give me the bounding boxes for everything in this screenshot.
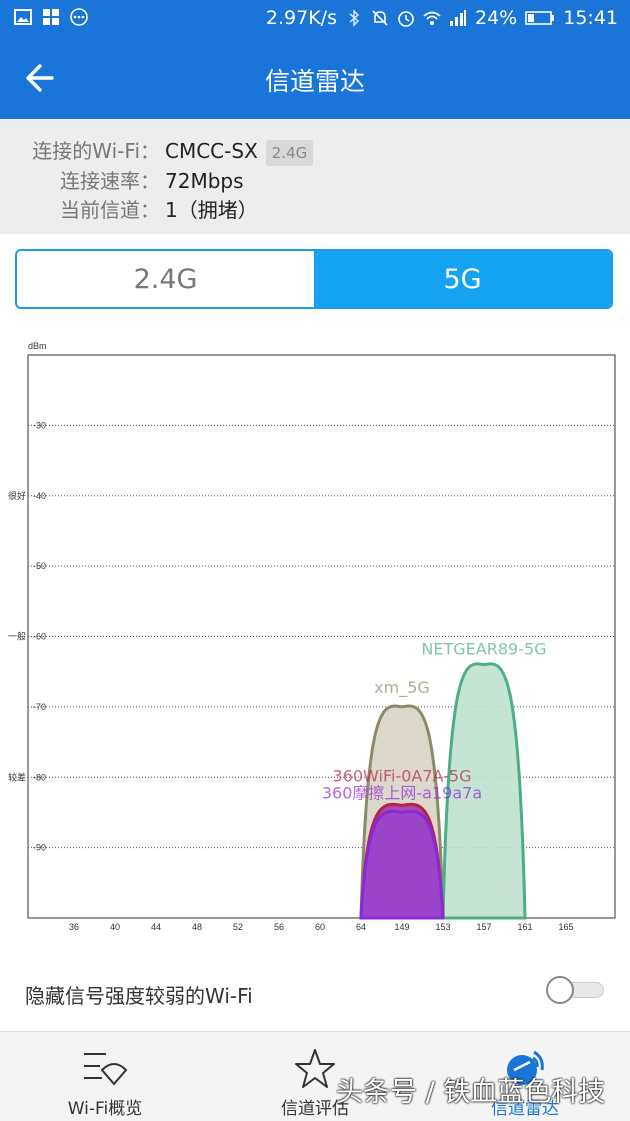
wifi-row: 连接的Wi-Fi： CMCC-SX 2.4G <box>0 137 630 166</box>
channel-radar-chart: dBm -30 -40 -50 -60 -70 -80 -90 很好一般较差 36 40 44 48 52… <box>8 341 616 932</box>
x-tick-label: 44 <box>151 922 161 932</box>
y-tick-label: -60 <box>33 632 46 642</box>
star-icon <box>295 1049 335 1088</box>
x-tick-label: 165 <box>558 922 573 932</box>
more-icon <box>70 8 88 26</box>
x-tick-label: 48 <box>192 922 202 932</box>
alarm-icon <box>398 11 414 27</box>
x-tick-label: 60 <box>315 922 325 932</box>
speed-value: 72Mbps <box>165 169 244 193</box>
status-bar: 2.97K/s 24% 15:41 <box>0 0 630 36</box>
wifi-icon <box>423 11 441 25</box>
wifi-value-group: CMCC-SX 2.4G <box>165 137 314 166</box>
band-option-5g[interactable]: 5G <box>314 251 611 307</box>
x-tick-label: 161 <box>517 922 532 932</box>
series-curve-3 <box>359 809 445 920</box>
y-tick-label: -50 <box>33 561 46 571</box>
y-tick-label: -90 <box>33 843 46 853</box>
mute-icon <box>372 10 388 26</box>
hide-weak-wifi-label: 隐藏信号强度较弱的Wi-Fi <box>25 984 253 1008</box>
connection-info-panel: 连接的Wi-Fi： CMCC-SX 2.4G 连接速率： 72Mbps 当前信道：… <box>0 119 630 234</box>
clock: 15:41 <box>563 7 618 29</box>
toggle-knob <box>546 976 574 1004</box>
y-tick-label: -30 <box>33 420 46 430</box>
y-tick-label: -70 <box>33 702 46 712</box>
x-tick-label: 149 <box>394 922 409 932</box>
signal-icon <box>450 10 466 26</box>
signal-quality-label: 很好 <box>8 490 26 502</box>
page-title: 信道雷达 <box>264 67 365 96</box>
channel-label: 当前信道： <box>60 198 160 222</box>
speed-label: 连接速率： <box>60 169 160 193</box>
channel-value: 1（拥堵） <box>165 198 258 222</box>
image-icon <box>14 9 32 25</box>
hide-weak-wifi-toggle[interactable] <box>546 976 604 1004</box>
battery-percent: 24% <box>475 7 518 29</box>
series-label-1: NETGEAR89-5G <box>421 640 546 659</box>
app-grid-icon <box>43 9 59 25</box>
series-label-0: xm_5G <box>374 678 430 698</box>
tab-label-wifi-overview: Wi-Fi概览 <box>67 1099 143 1119</box>
channel-row: 当前信道： 1（拥堵） <box>0 196 630 224</box>
signal-quality-label: 较差 <box>8 771 26 783</box>
x-tick-label: 40 <box>110 922 120 932</box>
y-tick-label: -80 <box>33 772 46 782</box>
band-option-2-4g[interactable]: 2.4G <box>17 251 314 307</box>
x-tick-label: 52 <box>233 922 243 932</box>
hide-weak-wifi-row: 隐藏信号强度较弱的Wi-Fi <box>0 960 630 1026</box>
series-label-3: 360摩擦上网-a19a7a <box>322 783 482 802</box>
x-tick-label: 153 <box>435 922 450 932</box>
top-app-bar: 2.97K/s 24% 15:41 信道雷达 <box>0 0 630 119</box>
watermark: 头条号 / 铁血蓝色科技 <box>336 1077 606 1108</box>
network-speed: 2.97K/s <box>265 7 337 29</box>
wifi-band-badge: 2.4G <box>265 139 314 166</box>
wifi-label: 连接的Wi-Fi： <box>32 139 160 163</box>
bluetooth-icon <box>349 9 360 27</box>
speed-row: 连接速率： 72Mbps <box>0 167 630 195</box>
band-segmented-control: 2.4G 5G <box>15 249 613 309</box>
wifi-name: CMCC-SX <box>165 139 258 163</box>
x-tick-label: 56 <box>274 922 284 932</box>
navigation-bar: 信道雷达 <box>0 36 630 119</box>
battery-icon <box>525 11 555 25</box>
x-tick-label: 64 <box>356 922 366 932</box>
x-tick-label: 157 <box>476 922 491 932</box>
signal-quality-label: 一般 <box>8 631 26 643</box>
tab-wifi-overview[interactable]: Wi-Fi概览 <box>0 1032 210 1121</box>
y-tick-label: -40 <box>33 491 46 501</box>
x-tick-label: 36 <box>69 922 79 932</box>
wifi-overview-icon <box>84 1053 128 1086</box>
y-axis-unit-label: dBm <box>28 341 47 351</box>
